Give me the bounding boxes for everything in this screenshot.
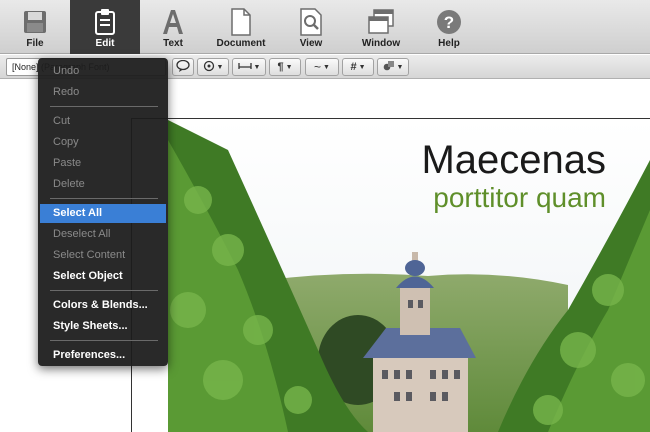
paragraph-dropdown-button[interactable]: ¶ ▼: [269, 58, 301, 76]
shapes-dropdown-button[interactable]: ▼: [377, 58, 409, 76]
text-icon: [158, 6, 188, 38]
speech-bubble-icon: [176, 59, 190, 74]
page-headline[interactable]: Maecenas: [421, 138, 606, 183]
toolbar-view-label: View: [299, 38, 323, 49]
link-dropdown-button[interactable]: ▼: [197, 58, 229, 76]
menu-item-colors-blends[interactable]: Colors & Blends...: [40, 296, 166, 315]
toolbar-document-label: Document: [216, 38, 266, 49]
menu-separator: [50, 198, 158, 199]
wave-dropdown-button[interactable]: ~ ▼: [305, 58, 339, 76]
chevron-down-icon: ▼: [358, 63, 366, 71]
menu-item-redo[interactable]: Redo: [40, 83, 166, 102]
menu-item-paste[interactable]: Paste: [40, 154, 166, 173]
edit-menu: Undo Redo Cut Copy Paste Delete Select A…: [38, 58, 168, 366]
toolbar-file-button[interactable]: File: [0, 0, 70, 54]
toolbar-edit-label: Edit: [95, 38, 115, 49]
magnifier-icon: [296, 6, 326, 38]
toolbar-window-label: Window: [361, 38, 401, 49]
menu-separator: [50, 290, 158, 291]
number-dropdown-button[interactable]: # ▼: [342, 58, 374, 76]
svg-text:?: ?: [444, 13, 454, 32]
tilde-icon: ~: [314, 60, 322, 74]
menu-item-select-object[interactable]: Select Object: [40, 267, 166, 286]
menu-item-style-sheets[interactable]: Style Sheets...: [40, 317, 166, 336]
menu-item-preferences[interactable]: Preferences...: [40, 346, 166, 365]
toolbar-help-button[interactable]: ? Help: [414, 0, 484, 54]
chevron-down-icon: ▼: [396, 63, 404, 71]
spacing-icon: [237, 61, 252, 73]
clipboard-icon: [90, 6, 120, 38]
document-icon: [226, 6, 256, 38]
chevron-down-icon: ▼: [285, 63, 293, 71]
save-icon: [20, 6, 50, 38]
spacing-dropdown-button[interactable]: ▼: [232, 58, 266, 76]
menu-item-delete[interactable]: Delete: [40, 175, 166, 194]
document-page[interactable]: Maecenas porttitor quam: [168, 120, 650, 432]
toolbar-text-label: Text: [163, 38, 183, 49]
chevron-down-icon: ▼: [216, 63, 224, 71]
menu-item-copy[interactable]: Copy: [40, 133, 166, 152]
chevron-down-icon: ▼: [253, 63, 261, 71]
menu-separator: [50, 340, 158, 341]
toolbar-window-button[interactable]: Window: [346, 0, 416, 54]
comment-button[interactable]: [172, 58, 194, 76]
toolbar-document-button[interactable]: Document: [206, 0, 276, 54]
margin-guide-horizontal: [131, 118, 650, 119]
help-icon: ?: [434, 6, 464, 38]
menu-item-cut[interactable]: Cut: [40, 112, 166, 131]
page-subhead[interactable]: porttitor quam: [433, 182, 606, 214]
menu-item-deselect-all[interactable]: Deselect All: [40, 225, 166, 244]
toolbar-edit-button[interactable]: Edit: [70, 0, 140, 54]
hash-icon: #: [350, 61, 357, 73]
toolbar-file-label: File: [26, 38, 44, 49]
menu-separator: [50, 106, 158, 107]
shapes-icon: [383, 60, 395, 74]
window-icon: [366, 6, 396, 38]
link-icon: [203, 60, 215, 74]
menu-item-undo[interactable]: Undo: [40, 62, 166, 81]
toolbar-help-label: Help: [438, 38, 460, 49]
toolbar-text-button[interactable]: Text: [138, 0, 208, 54]
toolbar-view-button[interactable]: View: [276, 0, 346, 54]
menu-item-select-content[interactable]: Select Content: [40, 246, 166, 265]
menu-item-select-all[interactable]: Select All: [40, 204, 166, 223]
chevron-down-icon: ▼: [323, 63, 330, 71]
pilcrow-icon: ¶: [277, 61, 284, 73]
main-toolbar: File Edit Text Document View Window ? He…: [0, 0, 650, 54]
